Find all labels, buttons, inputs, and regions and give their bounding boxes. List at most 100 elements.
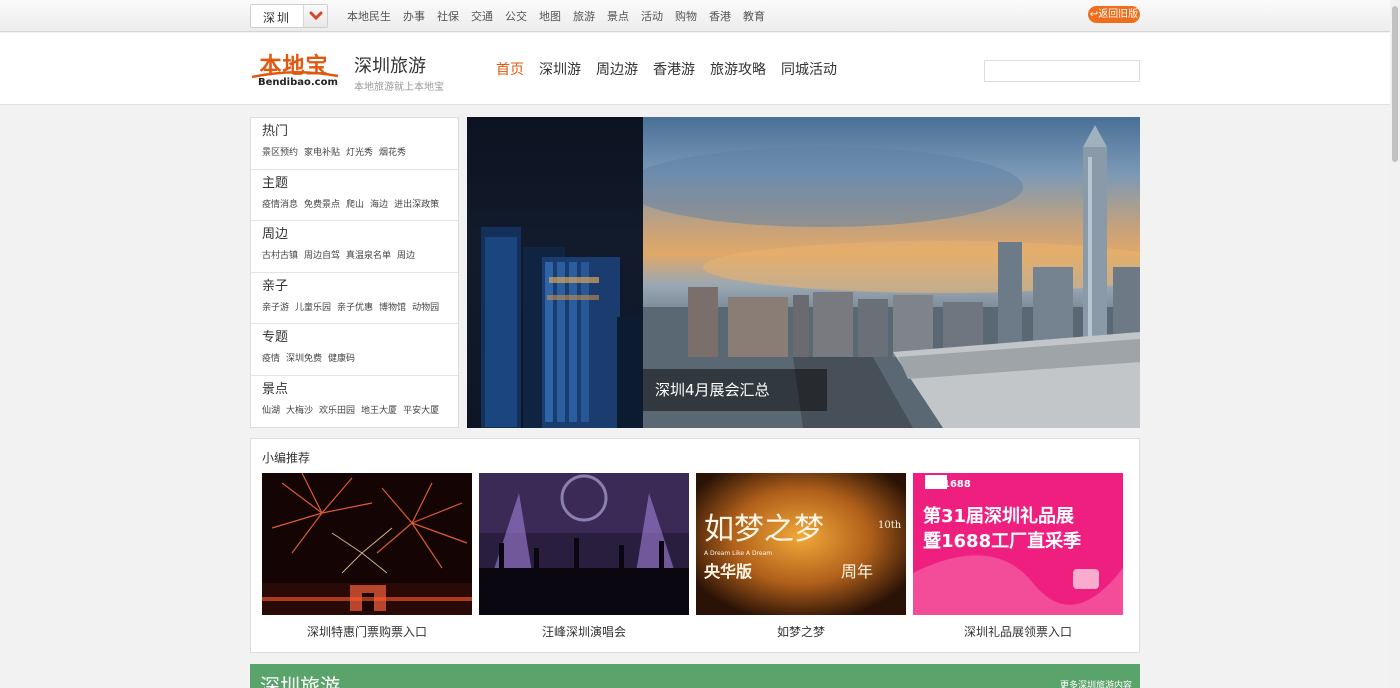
category-panel: 热门 景区预约 家电补贴 灯光秀 烟花秀 主题 疫情消息 免费景点 爬山 海边 …	[250, 117, 459, 428]
search-input[interactable]	[984, 60, 1140, 82]
back-arrow-icon: ↩	[1089, 9, 1099, 20]
scrollbar-thumb[interactable]	[1392, 6, 1398, 162]
category-link[interactable]: 爬山	[346, 197, 364, 210]
category-link[interactable]: 家电补贴	[304, 145, 340, 158]
category-link[interactable]: 欢乐田园	[319, 403, 355, 416]
category-block: 亲子 亲子游 儿童乐园 亲子优惠 博物馆 动物园	[251, 273, 458, 325]
site-title: 深圳旅游	[354, 56, 426, 77]
category-link[interactable]: 健康码	[328, 351, 355, 364]
recommend-card[interactable]: 深圳特惠门票购票入口	[262, 473, 472, 640]
bendibao-logo[interactable]: 本地宝 Bendibao.com	[250, 48, 340, 92]
main-nav-item[interactable]: 周边游	[596, 59, 638, 79]
category-link[interactable]: 平安大厦	[403, 403, 439, 416]
return-old-version-label: 返回旧版	[1098, 9, 1139, 20]
return-old-version-button[interactable]: ↩返回旧版	[1088, 6, 1140, 23]
category-link[interactable]: 亲子优惠	[337, 300, 373, 313]
top-nav-item[interactable]: 公交	[505, 8, 527, 24]
category-link[interactable]: 周边自驾	[304, 248, 340, 261]
recommend-card-label[interactable]: 深圳特惠门票购票入口	[262, 623, 472, 640]
category-link[interactable]: 动物园	[412, 300, 439, 313]
category-link[interactable]: 烟花秀	[379, 145, 406, 158]
recommend-card-label[interactable]: 如梦之梦	[696, 623, 906, 640]
category-title[interactable]: 热门	[262, 122, 458, 141]
category-title[interactable]: 周边	[262, 225, 458, 244]
poster-sub2: 周年	[841, 562, 873, 581]
hero-banner[interactable]: 深圳4月展会汇总	[467, 117, 1140, 428]
poster-logo: 1688	[943, 479, 971, 490]
site-header: 本地宝 Bendibao.com 深圳旅游 本地旅游就上本地宝 首页 深圳游 周…	[0, 33, 1390, 105]
category-title[interactable]: 亲子	[262, 277, 458, 296]
category-link[interactable]: 疫情	[262, 351, 280, 364]
top-nav-item[interactable]: 景点	[607, 8, 629, 24]
category-link[interactable]: 灯光秀	[346, 145, 373, 158]
dream-drama-poster: 如梦之梦 10th A Dream Like A Dream 央华版 周年	[696, 473, 906, 615]
poster-title: 如梦之梦	[704, 512, 824, 547]
category-link[interactable]: 真温泉名单	[346, 248, 391, 261]
city-name: 深圳	[263, 11, 292, 25]
category-link[interactable]: 海边	[370, 197, 388, 210]
top-nav-item[interactable]: 交通	[471, 8, 493, 24]
logo-domain: Bendibao.com	[258, 77, 338, 88]
site-slogan: 本地旅游就上本地宝	[354, 82, 444, 93]
poster-line2: 暨1688工厂直采季	[923, 530, 1081, 552]
category-link[interactable]: 免费景点	[304, 197, 340, 210]
category-link[interactable]: 深圳免费	[286, 351, 322, 364]
main-nav-item[interactable]: 香港游	[653, 59, 695, 79]
hero-caption[interactable]: 深圳4月展会汇总	[655, 379, 770, 400]
category-link[interactable]: 儿童乐园	[295, 300, 331, 313]
category-link[interactable]: 大梅沙	[286, 403, 313, 416]
category-link[interactable]: 仙湖	[262, 403, 280, 416]
category-block: 主题 疫情消息 免费景点 爬山 海边 进出深政策	[251, 170, 458, 222]
concert-photo	[479, 473, 689, 615]
more-link[interactable]: 更多深圳旅游内容	[1060, 678, 1132, 688]
top-nav-item[interactable]: 活动	[641, 8, 663, 24]
editor-recommend-section: 小编推荐 深圳特惠门票购票入口 汪峰深圳演唱会 如梦之梦 10th A Drea…	[250, 438, 1140, 653]
category-block: 专题 疫情 深圳免费 健康码	[251, 324, 458, 376]
hero-night-photo	[467, 117, 643, 428]
fireworks-photo	[262, 473, 472, 615]
category-title[interactable]: 景点	[262, 380, 458, 399]
category-link[interactable]: 古村古镇	[262, 248, 298, 261]
top-nav-item[interactable]: 本地民生	[347, 8, 391, 24]
category-link[interactable]: 疫情消息	[262, 197, 298, 210]
recommend-card[interactable]: 1688 第31届深圳礼品展 暨1688工厂直采季 深圳礼品展领票入口	[913, 473, 1123, 640]
poster-badge: 10th	[878, 520, 902, 531]
recommend-card[interactable]: 汪峰深圳演唱会	[479, 473, 689, 640]
poster-sub: 央华版	[704, 562, 752, 581]
top-bar: 深圳 本地民生 办事 社保 交通 公交 地图 旅游 景点 活动 购物 香港 教育…	[0, 0, 1390, 32]
travel-section-header: 深圳旅游 更多深圳旅游内容	[250, 664, 1140, 688]
recommend-card-label[interactable]: 深圳礼品展领票入口	[913, 623, 1123, 640]
chevron-down-icon[interactable]	[303, 5, 327, 27]
category-title[interactable]: 主题	[262, 174, 458, 193]
category-link[interactable]: 亲子游	[262, 300, 289, 313]
main-nav-item[interactable]: 同城活动	[781, 59, 837, 79]
section-title: 小编推荐	[262, 451, 311, 465]
page-scrollbar[interactable]	[1390, 0, 1400, 688]
top-nav-item[interactable]: 社保	[437, 8, 459, 24]
main-nav: 首页 深圳游 周边游 香港游 旅游攻略 同城活动	[496, 59, 852, 79]
poster-line1: 第31届深圳礼品展	[923, 505, 1075, 527]
category-title[interactable]: 专题	[262, 328, 458, 347]
top-nav-item[interactable]: 教育	[743, 8, 765, 24]
category-block: 热门 景区预约 家电补贴 灯光秀 烟花秀	[251, 118, 458, 170]
top-nav-item[interactable]: 办事	[403, 8, 425, 24]
category-link[interactable]: 景区预约	[262, 145, 298, 158]
top-nav-item[interactable]: 旅游	[573, 8, 595, 24]
top-nav-item[interactable]: 购物	[675, 8, 697, 24]
recommend-card-label[interactable]: 汪峰深圳演唱会	[479, 623, 689, 640]
category-link[interactable]: 地王大厦	[361, 403, 397, 416]
category-link[interactable]: 进出深政策	[394, 197, 439, 210]
gift-fair-poster: 1688 第31届深圳礼品展 暨1688工厂直采季	[913, 473, 1123, 615]
top-nav-item[interactable]: 香港	[709, 8, 731, 24]
poster-en-title: A Dream Like A Dream	[704, 550, 772, 557]
main-nav-item[interactable]: 旅游攻略	[710, 59, 766, 79]
main-nav-item-home[interactable]: 首页	[496, 59, 524, 79]
main-nav-item[interactable]: 深圳游	[539, 59, 581, 79]
recommend-card[interactable]: 如梦之梦 10th A Dream Like A Dream 央华版 周年 如梦…	[696, 473, 906, 640]
top-nav-item[interactable]: 地图	[539, 8, 561, 24]
section-title: 深圳旅游	[260, 674, 340, 688]
top-nav: 本地民生 办事 社保 交通 公交 地图 旅游 景点 活动 购物 香港 教育	[347, 8, 777, 24]
category-link[interactable]: 博物馆	[379, 300, 406, 313]
city-selector[interactable]: 深圳	[250, 4, 328, 28]
category-link[interactable]: 周边	[397, 248, 415, 261]
